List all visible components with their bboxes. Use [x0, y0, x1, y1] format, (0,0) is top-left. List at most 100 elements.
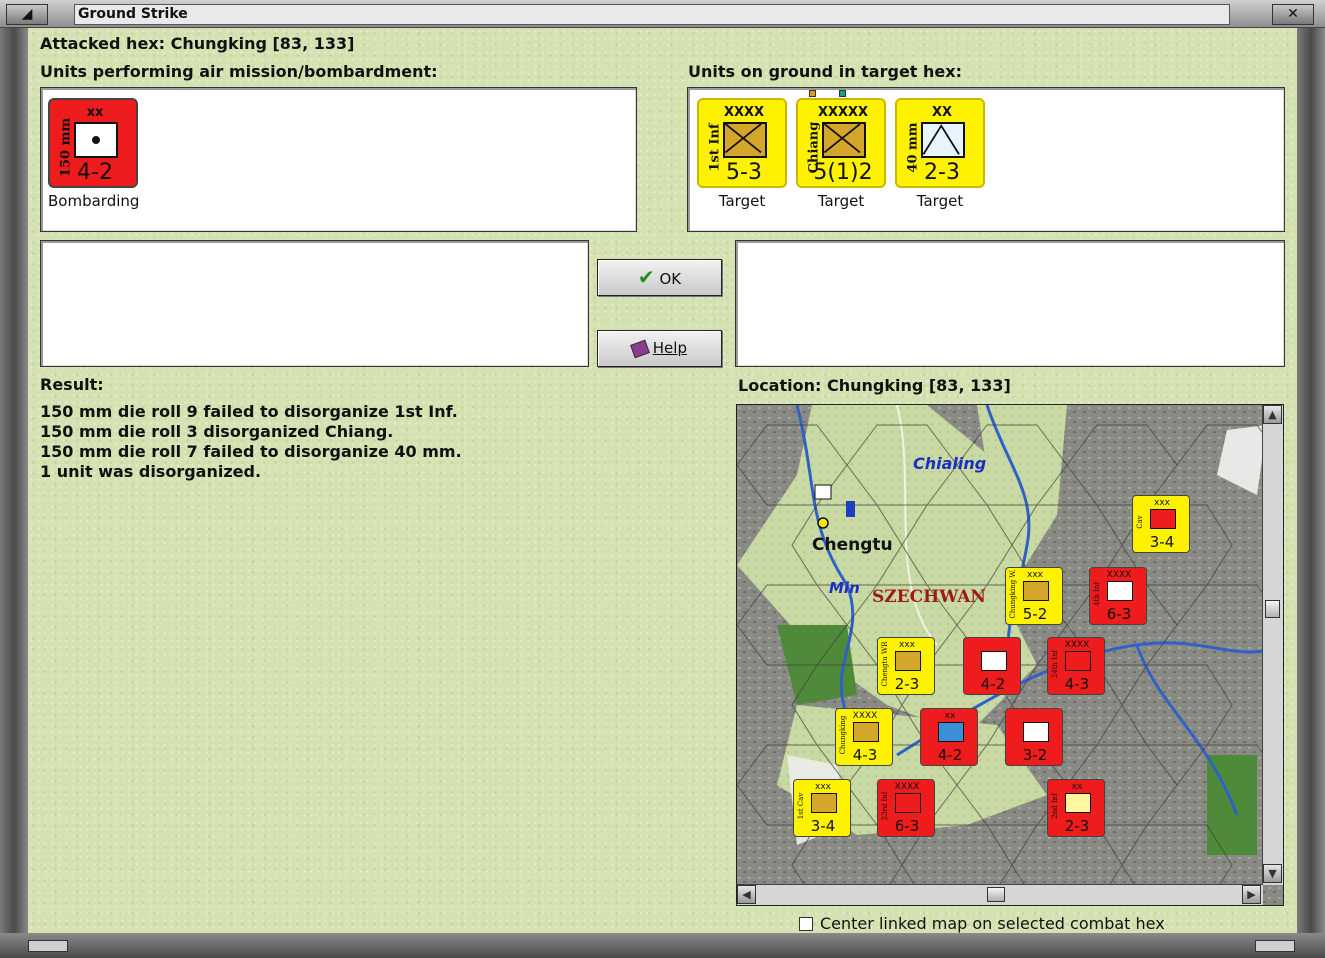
map-unit-values: 2-3	[894, 675, 920, 693]
unit-status: Target	[916, 192, 964, 210]
map-unit-values: 3-4	[1149, 533, 1175, 551]
window-title: Ground Strike	[74, 4, 1230, 25]
river-label-min: Min	[829, 579, 860, 597]
right-frame-rail	[1297, 28, 1325, 933]
unit-values: 5(1)2	[813, 160, 873, 185]
city-label-chengtu: Chengtu	[812, 535, 893, 555]
center-linked-map-checkbox[interactable]	[799, 917, 813, 931]
air-units-label: Units performing air mission/bombardment…	[40, 62, 438, 81]
map-unit-symbol-icon	[1065, 651, 1091, 671]
map-unit-counter[interactable]: xxx Cav 3-4	[1132, 495, 1190, 553]
map-unit-symbol-icon	[895, 651, 921, 671]
infantry-symbol-icon	[822, 122, 866, 158]
help-button[interactable]: Help	[597, 330, 722, 367]
map-unit-symbol-icon	[1023, 722, 1049, 742]
title-bar: ◢ Ground Strike ✕	[0, 0, 1325, 28]
ground-unit-chiang[interactable]: XXXXX Chiang 5(1)2 Target	[796, 98, 886, 210]
horizontal-scroll-thumb[interactable]	[987, 887, 1005, 902]
map-unit-counter[interactable]: 4-2	[963, 637, 1021, 695]
resize-grip-right[interactable]	[1255, 940, 1295, 952]
ok-button[interactable]: ✔ OK	[597, 259, 722, 296]
map-horizontal-scrollbar[interactable]: ◀ ▶	[737, 884, 1263, 905]
map-unit-values: 6-3	[1106, 605, 1132, 623]
map-unit-counter[interactable]: 3-2	[1005, 708, 1063, 766]
resize-grip-left[interactable]	[28, 940, 68, 952]
map-unit-values: 6-3	[894, 817, 920, 835]
map-unit-counter[interactable]: xx 2nd Inf 2-3	[1047, 779, 1105, 837]
unit-status: Target	[718, 192, 766, 210]
map-unit-values: 2-3	[1064, 817, 1090, 835]
map-unit-counter[interactable]: XXXX 23rd Inf 6-3	[877, 779, 935, 837]
air-losses-panel	[40, 240, 589, 367]
result-line: 150 mm die roll 7 failed to disorganize …	[40, 442, 462, 461]
map-unit-symbol-icon	[1107, 581, 1133, 601]
unit-values: 2-3	[924, 160, 960, 185]
map-unit-counter[interactable]: XXXX 24th Inf 4-3	[1047, 637, 1105, 695]
unit-status: Bombarding	[48, 192, 140, 210]
result-label: Result:	[40, 375, 104, 394]
bottom-frame-rail	[0, 933, 1325, 958]
map-unit-values: 5-2	[1022, 605, 1048, 623]
map-unit-symbol-icon	[1065, 793, 1091, 813]
result-text: 150 mm die roll 9 failed to disorganize …	[40, 402, 462, 482]
map-unit-counter[interactable]: xxx Chengtu WR 2-3	[877, 637, 935, 695]
map-unit-values: 4-3	[852, 746, 878, 764]
center-linked-map-label: Center linked map on selected combat hex	[820, 914, 1165, 933]
map-unit-symbol-icon	[938, 722, 964, 742]
map-unit-size: xx	[944, 711, 956, 721]
map-unit-symbol-icon	[1023, 581, 1049, 601]
map-unit-symbol-icon	[981, 651, 1007, 671]
result-line: 150 mm die roll 3 disorganized Chiang.	[40, 422, 394, 441]
hex-map[interactable]: Chialing Chengtu Min SZECHWAN xxx Cav 3-4 x…	[736, 404, 1284, 906]
system-menu-button[interactable]: ◢	[6, 4, 48, 25]
help-book-icon	[630, 339, 650, 358]
help-button-label: Help	[652, 339, 687, 357]
map-unit-counter[interactable]: xxx Chungking W. 5-2	[1005, 567, 1063, 625]
infantry-symbol-icon	[723, 122, 767, 158]
map-unit-symbol-icon	[895, 793, 921, 813]
map-unit-counter[interactable]: XXXX Chungking 4-3	[835, 708, 893, 766]
map-unit-symbol-icon	[811, 793, 837, 813]
checkmark-icon: ✔	[637, 265, 655, 289]
scroll-right-arrow-icon[interactable]: ▶	[1242, 885, 1261, 904]
air-unit-150mm[interactable]: xx 150 mm 4-2 Bombarding	[48, 98, 139, 210]
ground-losses-panel	[735, 240, 1285, 367]
teal-marker-icon	[839, 90, 846, 97]
map-unit-counter[interactable]: xxx 1st Cav 3-4	[793, 779, 851, 837]
vertical-scroll-thumb[interactable]	[1265, 600, 1280, 618]
scroll-left-arrow-icon[interactable]: ◀	[737, 885, 756, 904]
orange-marker-icon	[809, 90, 816, 97]
left-frame-rail	[0, 28, 28, 933]
map-unit-values: 3-2	[1022, 746, 1048, 764]
map-unit-values: 4-2	[980, 675, 1006, 693]
unit-status: Target	[817, 192, 865, 210]
artillery-symbol-icon	[74, 122, 118, 158]
region-label-szechwan: SZECHWAN	[872, 587, 986, 607]
scroll-down-arrow-icon[interactable]: ▼	[1263, 864, 1282, 883]
result-line: 1 unit was disorganized.	[40, 462, 262, 481]
ok-button-label: OK	[659, 270, 682, 288]
river-label-chialing: Chialing	[913, 454, 987, 473]
scroll-up-arrow-icon[interactable]: ▲	[1263, 405, 1282, 424]
unit-counter: XX 40 mm 2-3	[895, 98, 985, 188]
map-unit-counter[interactable]: xx 4-2	[920, 708, 978, 766]
unit-counter: xx 150 mm 4-2	[48, 98, 138, 188]
map-unit-values: 3-4	[810, 817, 836, 835]
map-vertical-scrollbar[interactable]: ▲ ▼	[1262, 405, 1283, 885]
location-label: Location: Chungking [83, 133]	[738, 376, 1011, 395]
anti-aircraft-symbol-icon	[921, 122, 965, 158]
unit-counter: XXXX 1st Inf 5-3	[697, 98, 787, 188]
close-button[interactable]: ✕	[1272, 4, 1314, 25]
ground-units-label: Units on ground in target hex:	[688, 62, 962, 81]
ground-unit-1st-inf[interactable]: XXXX 1st Inf 5-3 Target	[697, 98, 787, 210]
map-unit-values: 4-2	[937, 746, 963, 764]
map-unit-counter[interactable]: XXXX 4th Inf 6-3	[1089, 567, 1147, 625]
unit-values: 4-2	[77, 160, 113, 185]
map-unit-values: 4-3	[1064, 675, 1090, 693]
unit-counter: XXXXX Chiang 5(1)2	[796, 98, 886, 188]
result-line: 150 mm die roll 9 failed to disorganize …	[40, 402, 458, 421]
map-unit-symbol-icon	[853, 722, 879, 742]
unit-values: 5-3	[726, 160, 762, 185]
ground-unit-40mm[interactable]: XX 40 mm 2-3 Target	[895, 98, 985, 210]
attacked-hex-label: Attacked hex: Chungking [83, 133]	[40, 34, 355, 53]
